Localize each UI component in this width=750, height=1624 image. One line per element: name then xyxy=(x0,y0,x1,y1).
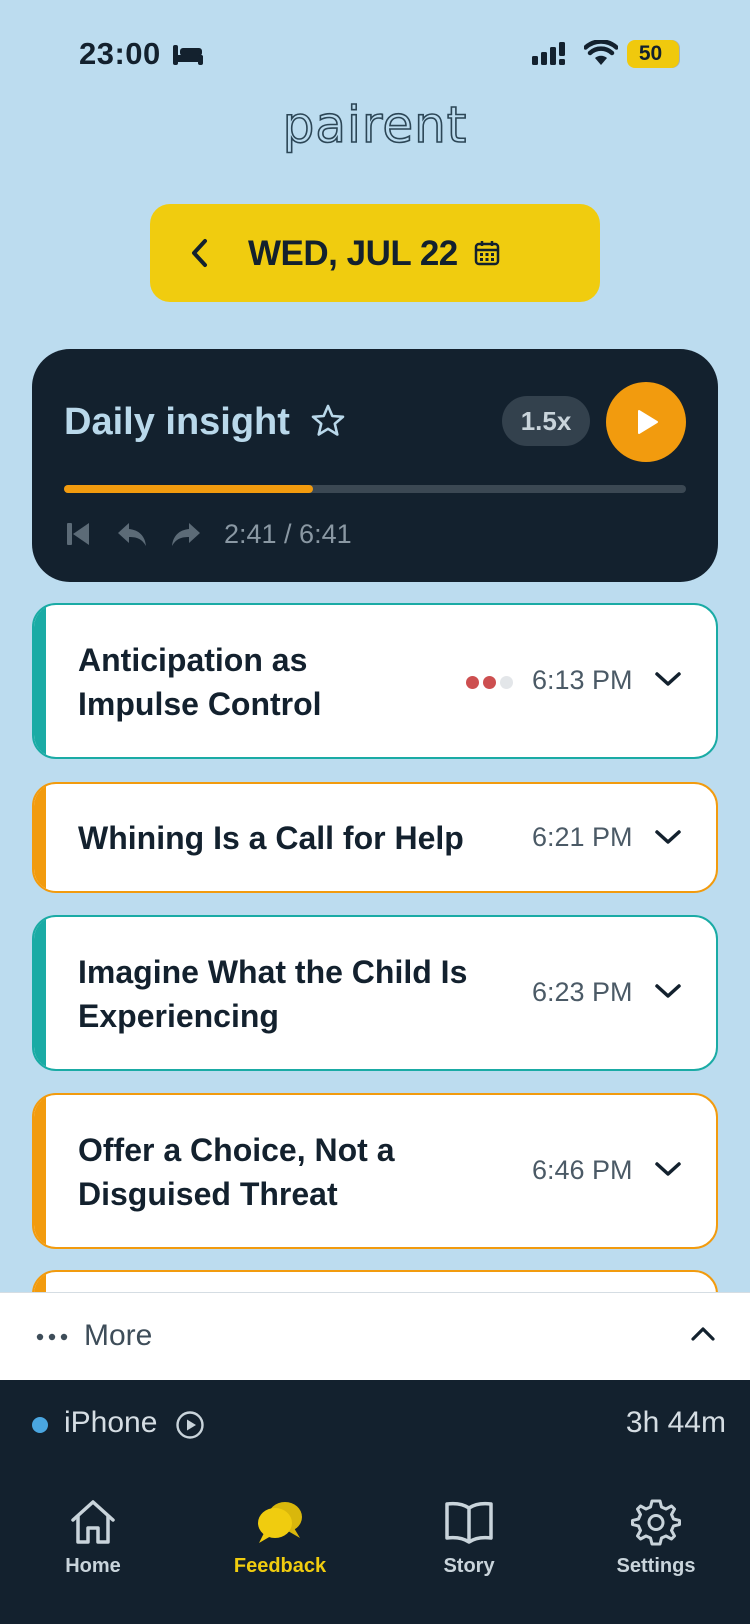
item-title-line: Anticipation as xyxy=(78,642,308,678)
chevron-down-icon[interactable] xyxy=(654,1159,682,1179)
play-icon xyxy=(638,410,658,434)
app-logo: pairent xyxy=(282,95,468,155)
item-title-line: Imagine What the Child Is xyxy=(78,954,468,990)
previous-day-button[interactable] xyxy=(180,232,220,274)
date-label: WED, JUL 22 xyxy=(248,234,458,273)
item-time: 6:46 PM xyxy=(532,1155,633,1185)
forward-icon[interactable] xyxy=(170,519,202,549)
more-label: More xyxy=(84,1319,153,1352)
rating-dot-empty xyxy=(500,676,513,689)
device-name: iPhone xyxy=(64,1406,158,1439)
card-accent xyxy=(34,917,46,1069)
status-time: 23:00 xyxy=(79,36,161,71)
item-time: 6:21 PM xyxy=(532,822,633,852)
tab-label: Story xyxy=(443,1555,495,1577)
progress-fill xyxy=(64,485,313,493)
rating-dots xyxy=(466,676,513,689)
gear-icon xyxy=(631,1499,681,1546)
calendar-icon[interactable] xyxy=(474,240,500,266)
device-status-dot xyxy=(32,1417,48,1433)
usage-duration: 3h 44m xyxy=(625,1406,726,1439)
card-accent xyxy=(34,605,46,757)
playback-speed-button[interactable]: 1.5x xyxy=(502,396,590,446)
skip-back-icon[interactable] xyxy=(64,519,92,549)
wifi-icon xyxy=(584,40,618,65)
battery-level: 50 xyxy=(638,42,663,65)
playback-time: 2:41 / 6:41 xyxy=(224,519,352,549)
star-icon[interactable] xyxy=(310,403,346,439)
rating-dot-filled xyxy=(483,676,496,689)
more-bar[interactable]: More xyxy=(0,1292,750,1380)
bottom-bar: iPhone 3h 44m Home Feedback Story Settin… xyxy=(0,1380,750,1624)
bed-icon xyxy=(173,45,203,65)
tab-label: Settings xyxy=(616,1555,696,1577)
list-item[interactable]: Whining Is a Call for Help 6:21 PM xyxy=(32,782,718,893)
item-title-line: Impulse Control xyxy=(78,686,322,722)
item-time: 6:13 PM xyxy=(532,665,633,695)
tab-settings[interactable]: Settings xyxy=(581,1498,731,1578)
book-icon xyxy=(445,1501,493,1544)
list-item[interactable]: Imagine What the Child Is Experiencing 6… xyxy=(32,915,718,1071)
card-accent xyxy=(34,784,46,891)
chat-bubbles-icon xyxy=(258,1502,302,1543)
tab-label: Feedback xyxy=(233,1555,327,1577)
item-title-line: Experiencing xyxy=(78,998,279,1034)
chevron-up-icon[interactable] xyxy=(690,1325,716,1343)
progress-bar[interactable] xyxy=(64,485,686,493)
chevron-left-icon xyxy=(192,239,207,267)
insight-title: Daily insight xyxy=(64,401,290,443)
chevron-down-icon[interactable] xyxy=(654,981,682,1001)
home-icon xyxy=(71,1500,115,1544)
play-circle-icon[interactable] xyxy=(175,1410,205,1440)
date-selector[interactable]: WED, JUL 22 xyxy=(150,204,600,302)
status-bar: 23:00 50 xyxy=(0,0,750,100)
tab-label: Home xyxy=(65,1555,121,1577)
rewind-icon[interactable] xyxy=(116,519,148,549)
chevron-down-icon[interactable] xyxy=(654,827,682,847)
item-title-line: Whining Is a Call for Help xyxy=(78,820,464,856)
item-time: 6:23 PM xyxy=(532,977,633,1007)
chevron-down-icon[interactable] xyxy=(654,669,682,689)
list-item[interactable]: Anticipation as Impulse Control 6:13 PM xyxy=(32,603,718,759)
tab-story[interactable]: Story xyxy=(394,1498,544,1578)
more-dots-icon xyxy=(36,1333,68,1341)
item-title-line: Offer a Choice, Not a xyxy=(78,1132,395,1168)
list-item[interactable]: Offer a Choice, Not a Disguised Threat 6… xyxy=(32,1093,718,1249)
signal-icon xyxy=(532,42,565,65)
play-button[interactable] xyxy=(606,382,686,462)
item-title-line: Disguised Threat xyxy=(78,1176,338,1212)
card-accent xyxy=(34,1095,46,1247)
tab-feedback[interactable]: Feedback xyxy=(205,1498,355,1578)
daily-insight-player: Daily insight 1.5x 2:41 / 6:41 xyxy=(32,349,718,582)
rating-dot-filled xyxy=(466,676,479,689)
tab-home[interactable]: Home xyxy=(18,1498,168,1578)
